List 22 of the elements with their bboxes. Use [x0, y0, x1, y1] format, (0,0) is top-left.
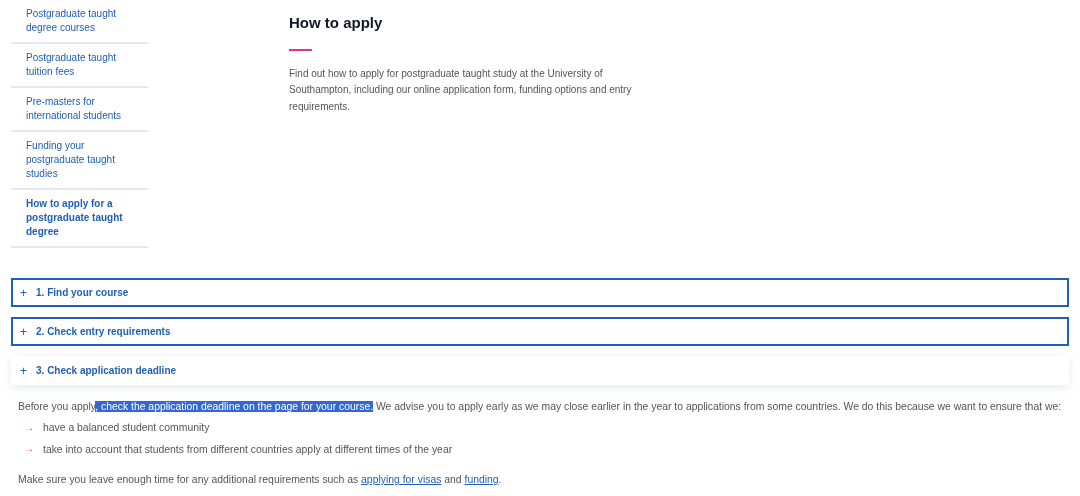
sidebar-link[interactable]: Postgraduate taught tuition fees [11, 44, 148, 88]
list-item: have a balanced student community [43, 421, 210, 435]
plus-icon: + [20, 286, 27, 299]
accordion-header[interactable]: + 2. Check entry requirements [11, 317, 1069, 346]
paragraph: Make sure you leave enough time for any additional requirements such as applying for visas and funding. [18, 473, 503, 488]
link[interactable]: funding [464, 474, 499, 486]
sidebar-link[interactable]: Funding your postgraduate taught studies [11, 132, 148, 190]
arrow-icon: → [24, 444, 34, 455]
arrow-icon: → [24, 422, 34, 433]
plus-icon: + [20, 325, 27, 338]
paragraph: Before you apply, check the application deadline on the page for your course. We advise you to apply early as we may close earlier in the year to applications from some countries. We do this because we want to ensure that we: [18, 400, 1062, 414]
intro-text: Find out how to apply for postgraduate taught study at the University of Southampton, including our online application form, funding options and entry requirements. [289, 66, 633, 114]
accordion-header[interactable]: + 1. Find your course [11, 278, 1069, 307]
accordion-header[interactable]: + 3. Check application deadline [11, 356, 1069, 385]
accent-rule [289, 48, 312, 51]
link[interactable]: applying for visas [361, 474, 442, 486]
sidebar-link[interactable]: Pre-masters for international students [11, 88, 148, 132]
sidebar-link[interactable]: Postgraduate taught degree courses [11, 0, 148, 44]
list-item: take into account that students from different countries apply at different times of the year [43, 442, 453, 457]
page-title: How to apply [289, 13, 384, 33]
sidebar-link[interactable]: How to apply for a postgraduate taught degree [11, 190, 148, 248]
plus-icon: + [20, 364, 27, 377]
